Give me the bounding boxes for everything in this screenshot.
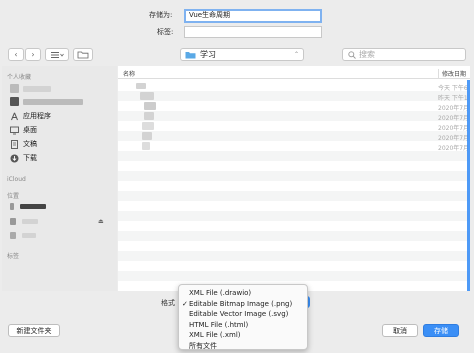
favorites-header: 个人收藏 [7,74,32,81]
table-row[interactable]: 2020年7月 [118,111,470,122]
menu-item-label: XML File (.xml) [189,331,241,339]
table-row[interactable]: 昨天 下午1 [118,91,470,102]
sidebar-item-location[interactable] [10,203,46,210]
menu-item-label: Editable Bitmap Image (.png) [189,299,293,308]
menu-item-all-files[interactable]: 所有文件 [179,341,307,352]
new-folder-icon [77,51,89,59]
table-row-empty [118,171,470,181]
filename-input[interactable]: Vue生命周期 [184,9,322,23]
locations-header: 位置 [7,193,20,200]
sidebar-item-applications[interactable]: 应用程序 [10,111,51,121]
icloud-header: iCloud [7,176,26,183]
list-view-icon [51,51,64,58]
disk-icon [10,232,16,239]
save-as-label: 存储为: [149,11,173,19]
chevron-left-icon: ‹ [14,50,18,59]
desktop-icon [10,126,19,134]
table-row[interactable]: 今天 下午6 [118,81,470,92]
tags-input[interactable] [184,26,322,38]
tags-header: 标签 [7,253,20,260]
table-row-empty [118,271,470,281]
file-list: 名称 修改日期 今天 下午6 昨天 下午1 2020年7月 2020年7月 20… [118,66,470,291]
tags-label: 标签: [157,28,174,36]
sidebar-item-user-folder[interactable] [10,97,83,106]
chevron-right-icon: › [31,50,35,59]
search-icon [348,50,356,59]
home-icon [10,84,19,93]
cancel-button[interactable]: 取消 [382,324,418,337]
menu-item-xml[interactable]: XML File (.xml) [179,330,307,341]
table-row-empty [118,151,470,161]
sidebar-item-label: 下载 [23,154,37,162]
desktop-folder-icon [10,97,19,106]
sidebar-item-label [23,85,51,92]
menu-item-drawio[interactable]: XML File (.drawio) [179,288,307,299]
menu-item-svg[interactable]: Editable Vector Image (.svg) [179,309,307,320]
sidebar-item-location[interactable] [10,232,36,239]
forward-button[interactable]: › [25,48,41,61]
new-folder-button[interactable]: 新建文件夹 [8,324,60,337]
menu-item-label: Editable Vector Image (.svg) [189,310,289,318]
format-menu: XML File (.drawio) ✓ Editable Bitmap Ima… [178,284,308,350]
table-row-empty [118,191,470,201]
disk-icon [10,203,14,210]
downloads-icon [10,154,19,162]
scrollbar[interactable] [467,80,470,291]
chevron-updown-icon: ⌃ [293,51,299,58]
column-header: 名称 修改日期 [118,66,470,79]
table-row[interactable]: 2020年7月 [118,101,470,112]
menu-item-png[interactable]: ✓ Editable Bitmap Image (.png) [179,299,307,310]
menu-item-label: HTML File (.html) [189,320,249,329]
sidebar-item-home[interactable] [10,84,51,93]
sidebar-item-label: 桌面 [23,126,37,134]
search-field[interactable]: 搜索 [342,48,466,61]
sidebar-item-desktop[interactable]: 桌面 [10,125,37,135]
sidebar-item-label [23,98,83,105]
table-row[interactable]: 2020年7月 [118,121,470,132]
table-row-empty [118,211,470,221]
sidebar-item-downloads[interactable]: 下载 [10,153,37,163]
name-column-header[interactable]: 名称 [123,69,135,78]
sidebar: 个人收藏 应用程序 桌面 文稿 下载 iCloud 位置 ⏏ 标签 [2,66,117,291]
disk-icon [10,218,16,225]
table-row[interactable]: 2020年7月 [118,141,470,152]
new-folder-toolbar-button[interactable] [73,48,93,61]
table-row[interactable]: 2020年7月 [118,131,470,142]
folder-icon [185,51,196,58]
applications-icon [11,112,18,120]
back-button[interactable]: ‹ [8,48,24,61]
documents-icon [11,139,18,149]
location-label: 学习 [200,50,216,59]
format-label: 格式 [161,299,175,307]
modified-column-header[interactable]: 修改日期 [438,69,466,78]
table-row-empty [118,251,470,261]
menu-item-html[interactable]: HTML File (.html) [179,320,307,331]
menu-item-label: 所有文件 [189,341,217,350]
table-row-empty [118,231,470,241]
eject-icon[interactable]: ⏏ [98,218,104,225]
sidebar-item-label: 文稿 [23,140,37,148]
search-placeholder: 搜索 [359,50,375,59]
checkmark-icon: ✓ [182,299,188,308]
sidebar-item-location[interactable]: ⏏ [10,218,104,225]
save-button[interactable]: 存储 [423,324,459,337]
sidebar-item-documents[interactable]: 文稿 [10,139,37,149]
view-mode-button[interactable] [45,48,69,61]
sidebar-item-label: 应用程序 [23,112,51,120]
menu-item-label: XML File (.drawio) [189,289,252,297]
location-popup[interactable]: 学习 ⌃ [180,48,304,61]
